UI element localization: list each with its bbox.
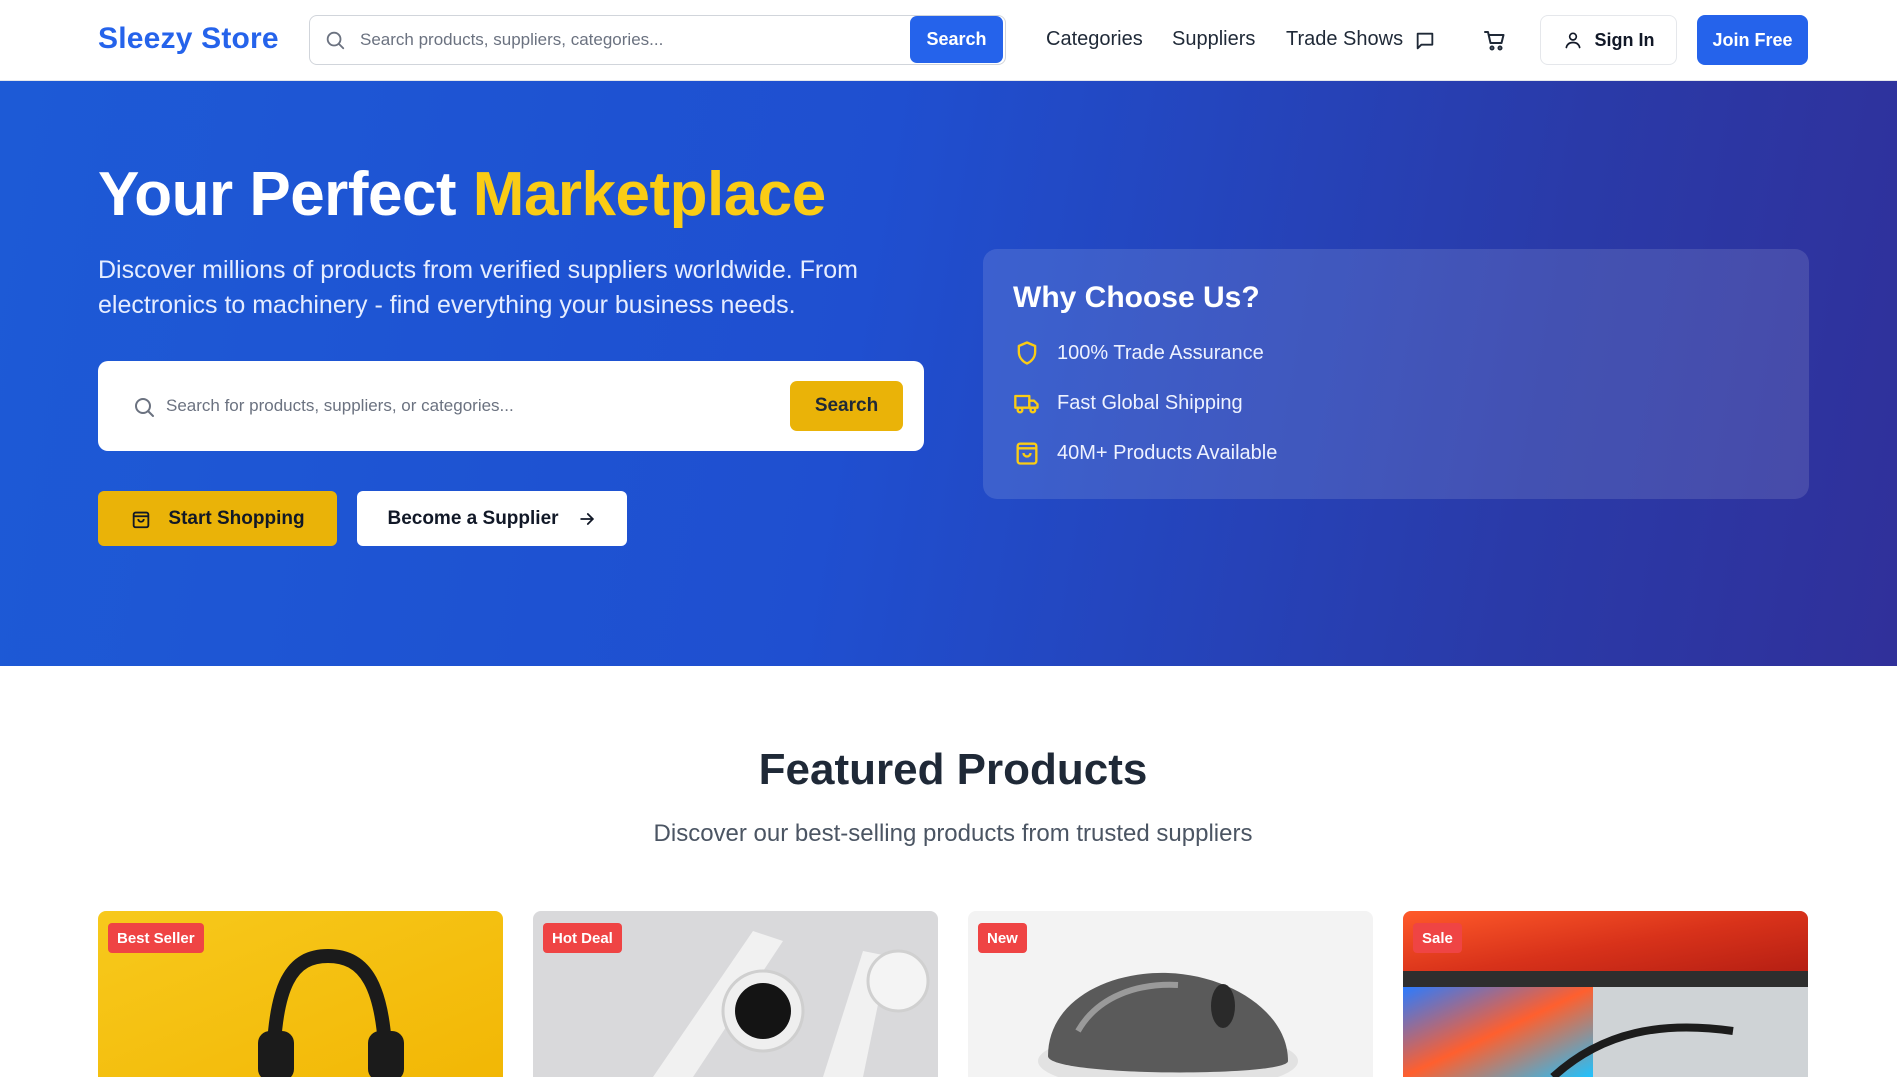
header-search-bar: Search <box>309 15 1006 65</box>
product-card[interactable]: Hot Deal <box>533 911 938 1077</box>
become-supplier-label: Become a Supplier <box>387 507 559 529</box>
mouse-image <box>968 911 1373 1077</box>
logo[interactable]: Sleezy Store <box>98 22 279 56</box>
featured-title: Featured Products <box>758 745 1148 794</box>
cart-icon[interactable] <box>1483 29 1507 53</box>
why-item-products: 40M+ Products Available <box>1013 438 1277 468</box>
shopping-bag-icon <box>133 511 150 528</box>
product-card[interactable]: Best Seller <box>98 911 503 1077</box>
product-badge: Sale <box>1413 923 1462 953</box>
message-icon[interactable] <box>1414 30 1436 52</box>
featured-subtitle: Discover our best-selling products from … <box>653 820 1253 847</box>
product-badge: New <box>978 923 1027 953</box>
nav-suppliers[interactable]: Suppliers <box>1172 28 1255 51</box>
user-icon <box>1565 32 1580 49</box>
product-badge: Hot Deal <box>543 923 622 953</box>
why-title: Why Choose Us? <box>1013 281 1260 314</box>
monitor-laptop-image <box>1403 911 1808 1077</box>
header-search-button[interactable]: Search <box>910 16 1003 63</box>
hero-search-bar: Search <box>98 361 924 451</box>
arrow-right-icon <box>579 512 594 525</box>
why-item-label: 40M+ Products Available <box>1057 441 1278 464</box>
hero-search-input[interactable] <box>166 391 766 421</box>
truck-icon <box>1014 394 1039 414</box>
hero-title-highlight: Marketplace <box>472 160 826 229</box>
search-icon <box>326 31 345 50</box>
hero-search-button[interactable]: Search <box>790 381 903 431</box>
header-search-input[interactable] <box>360 26 900 54</box>
shield-icon <box>1017 341 1037 365</box>
product-card[interactable]: Sale <box>1403 911 1808 1077</box>
nav-categories[interactable]: Categories <box>1046 28 1143 51</box>
nav-trade-shows[interactable]: Trade Shows <box>1286 28 1403 51</box>
start-shopping-button[interactable]: Start Shopping <box>98 491 337 546</box>
join-free-button[interactable]: Join Free <box>1697 15 1808 65</box>
sign-in-button[interactable]: Sign In <box>1540 15 1677 65</box>
why-item-shipping: Fast Global Shipping <box>1013 388 1243 418</box>
sign-in-label: Sign In <box>1594 29 1655 50</box>
hero-description: Discover millions of products from verif… <box>98 256 858 319</box>
shopping-bag-icon <box>1016 442 1038 465</box>
become-supplier-button[interactable]: Become a Supplier <box>357 491 627 546</box>
why-choose-us-panel: Why Choose Us? 100% Trade Assurance Fast… <box>983 249 1809 499</box>
product-card[interactable]: New <box>968 911 1373 1077</box>
hero-title-main: Your Perfect <box>98 160 473 229</box>
hero-section: Your Perfect Marketplace Discover millio… <box>0 81 1897 666</box>
product-badge: Best Seller <box>108 923 204 953</box>
why-item-label: 100% Trade Assurance <box>1057 341 1264 364</box>
search-icon <box>135 398 154 417</box>
why-item-label: Fast Global Shipping <box>1057 391 1243 414</box>
why-item-trade-assurance: 100% Trade Assurance <box>1013 338 1264 368</box>
start-shopping-label: Start Shopping <box>168 507 305 529</box>
site-header: Sleezy Store Search Categories Suppliers… <box>0 0 1897 81</box>
hero-title: Your Perfect Marketplace <box>98 159 826 230</box>
